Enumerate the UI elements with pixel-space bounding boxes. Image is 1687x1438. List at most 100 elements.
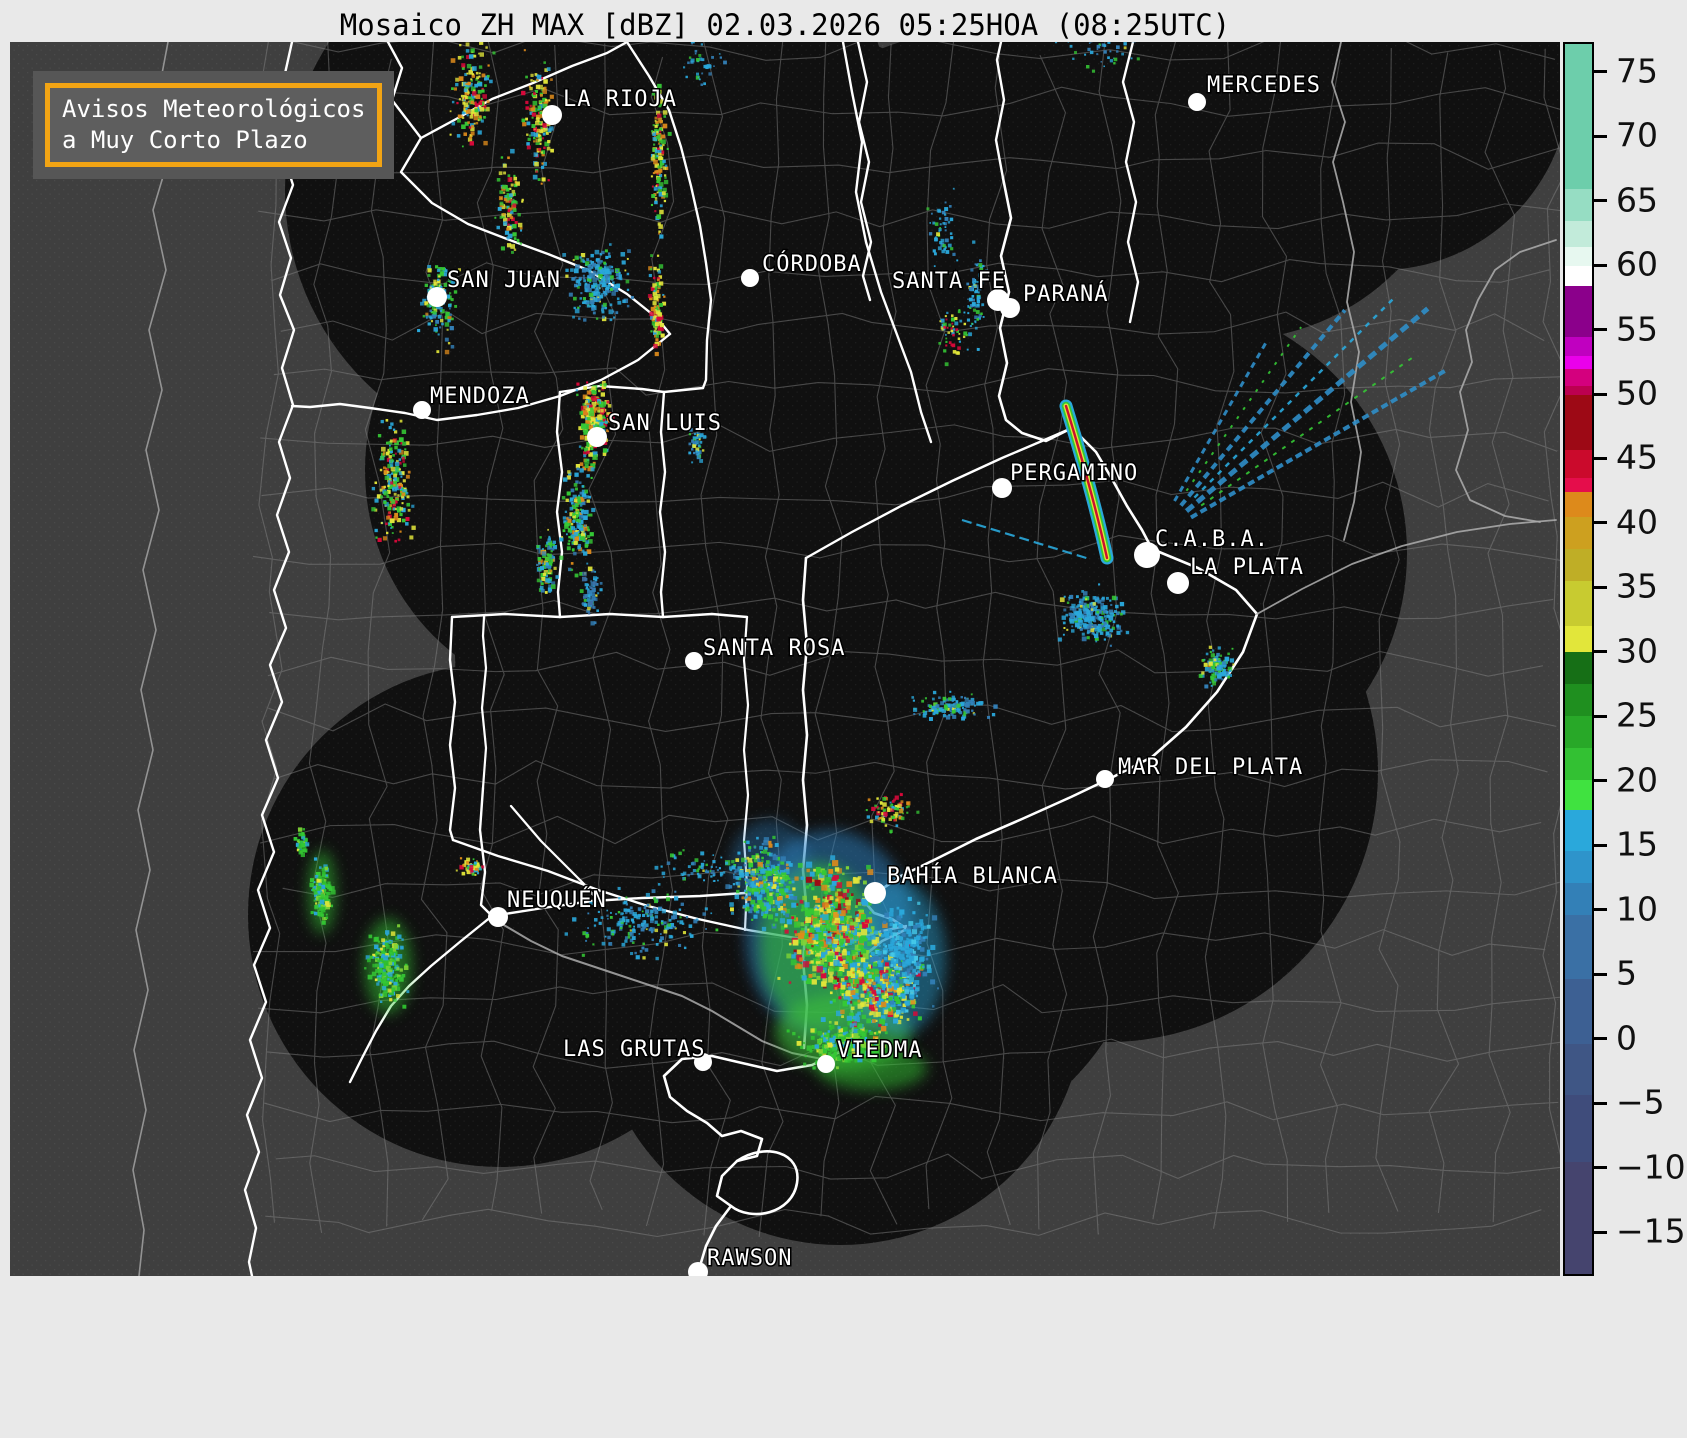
colorbar-tick-label: 30 [1616,631,1658,671]
colorbar-tick [1594,972,1607,976]
city-label: SANTA ROSA [703,636,845,661]
city-dot-icon [1000,298,1020,318]
colorbar-tick [1594,199,1607,203]
colorbar-segment [1565,516,1592,549]
radar-map: MERCEDES LA RIOJA SAN JUAN CÓRDOBA SANTA FE P… [10,42,1560,1276]
colorbar-segment [1565,356,1592,370]
colorbar-tick-label: 0 [1616,1018,1637,1058]
colorbar-tick-label: 5 [1616,953,1637,993]
colorbar-segment [1565,979,1592,1044]
city-dot-icon [864,882,886,904]
colorbar-segment [1565,450,1592,479]
city-label: NEUQUÉN [507,887,607,913]
colorbar-segment [1565,915,1592,980]
colorbar-tick [1594,1101,1607,1105]
colorbar-segment [1565,748,1592,781]
colorbar-tick-label: 50 [1616,373,1658,413]
footer-logos: Servicio Meteorológico Nacional Argentin… [0,1276,1687,1438]
colorbar-tick-label: 45 [1616,438,1658,478]
colorbar-tick-label: −5 [1616,1082,1665,1122]
colorbar-tick-label: 65 [1616,180,1658,220]
colorbar-segment [1565,285,1592,337]
colorbar-tick [1594,134,1607,138]
city-label: MENDOZA [430,384,530,409]
city-label: LA PLATA [1190,555,1304,580]
city-label: RAWSON [707,1246,792,1271]
city-dot-icon [542,105,562,125]
colorbar-tick [1594,521,1607,525]
colorbar-tick-label: 40 [1616,502,1658,542]
city-dot-icon [741,269,759,287]
colorbar-segment [1565,626,1592,652]
colorbar-tick [1594,714,1607,718]
city-label: LA RIOJA [563,87,677,112]
colorbar-segment [1565,651,1592,684]
city-dot-icon [1188,93,1206,111]
city-label: LAS GRUTAS [563,1037,705,1062]
colorbar-tick-label: −10 [1616,1147,1686,1187]
colorbar-segment [1565,385,1592,395]
city-label: SAN LUIS [608,411,722,436]
colorbar-tick [1594,650,1607,654]
colorbar-tick-label: 55 [1616,309,1658,349]
colorbar-segment [1565,478,1592,493]
colorbar-segment [1565,1161,1592,1274]
colorbar-tick [1594,392,1607,396]
colorbar-segment [1565,369,1592,386]
colorbar-tick-label: 15 [1616,825,1658,865]
city-label: MAR DEL PLATA [1118,755,1303,780]
city-label: PARANÁ [1023,281,1108,307]
colorbar-segment [1565,337,1592,357]
city-dot-icon [1167,572,1189,594]
colorbar-segment [1565,548,1592,582]
colorbar-segment [1565,1095,1592,1162]
city-dot-icon [685,652,703,670]
colorbar-tick [1594,1037,1607,1041]
colorbar-tick [1594,456,1607,460]
colorbar-tick [1594,1230,1607,1234]
colorbar-segment [1565,581,1592,627]
city-label: VIEDMA [837,1038,922,1063]
colorbar-segment [1565,1043,1592,1096]
colorbar-tick-label: 60 [1616,244,1658,284]
colorbar-tick-label: 20 [1616,760,1658,800]
city-dot-icon [992,478,1012,498]
city-dot-icon [587,427,607,447]
city-label: PERGAMINO [1010,461,1138,486]
colorbar-segment [1565,780,1592,810]
colorbar-tick-label: 70 [1616,115,1658,155]
city-label: BAHÍA BLANCA [887,863,1058,889]
city-dot-icon [1096,770,1114,788]
map-layers: MERCEDES LA RIOJA SAN JUAN CÓRDOBA SANTA FE P… [10,42,1560,1276]
colorbar-segment [1565,44,1592,190]
colorbar-segment [1565,809,1592,851]
city-dot-icon [488,907,508,927]
city-label: MERCEDES [1207,73,1321,98]
city-label: SAN JUAN [447,268,561,293]
colorbar-tick [1594,70,1607,74]
colorbar-tick-label: 35 [1616,567,1658,607]
colorbar-segment [1565,189,1592,222]
city-dot-icon [817,1055,835,1073]
city-label: CÓRDOBA [762,251,862,277]
alert-banner-line1: Avisos Meteorológicos [62,95,366,123]
colorbar-segment [1565,221,1592,248]
colorbar-segment [1565,266,1592,286]
colorbar-tick [1594,263,1607,267]
colorbar-tick [1594,843,1607,847]
city-label: C.A.B.A. [1155,527,1269,552]
radar-map-region: MERCEDES LA RIOJA SAN JUAN CÓRDOBA SANTA FE P… [10,42,1560,1276]
colorbar-tick [1594,779,1607,783]
colorbar-segment [1565,883,1592,916]
colorbar-segment [1565,850,1592,884]
alert-banner[interactable]: Avisos Meteorológicos a Muy Corto Plazo [45,83,383,167]
city-label: SANTA FE [892,269,1006,294]
colorbar-tick [1594,585,1607,589]
alert-banner-line2: a Muy Corto Plazo [62,126,308,154]
colorbar-segment [1565,716,1592,749]
colorbar-tick [1594,328,1607,332]
city-dot-icon [427,287,447,307]
colorbar-tick-label: 75 [1616,51,1658,91]
colorbar-segment [1565,683,1592,717]
colorbar-tick [1594,908,1607,912]
